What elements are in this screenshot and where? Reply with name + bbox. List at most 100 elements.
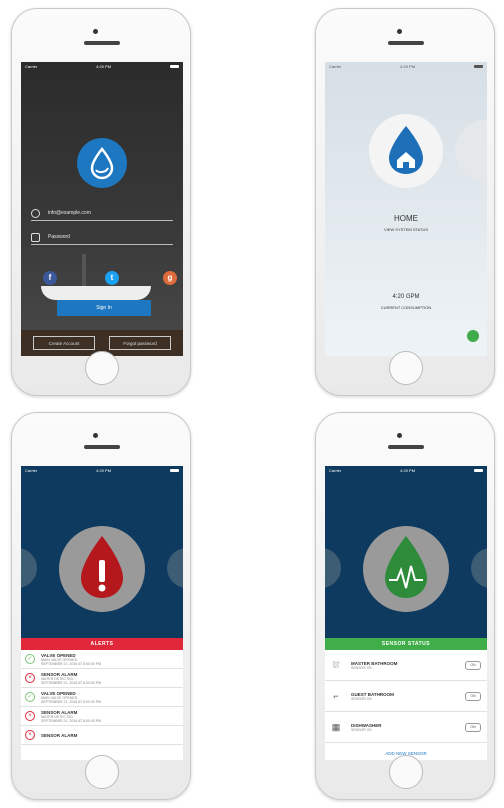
create-account-button[interactable]: Create Account	[33, 336, 95, 350]
consumption-value: 4:20 GPM	[392, 294, 420, 300]
list-item[interactable]: ⛆ MASTER BATHROOM SENSOR OK ON	[325, 650, 487, 681]
camera	[397, 29, 402, 34]
consumption-label: CURRENT CONSUMPTION	[380, 305, 432, 310]
prev-page-peek[interactable]	[325, 548, 341, 588]
twitter-icon: t	[110, 273, 114, 282]
sensor-toggle[interactable]: ON	[465, 660, 481, 670]
lock-icon	[31, 232, 40, 242]
status-time: 4:20 PM	[400, 63, 416, 69]
camera	[397, 433, 402, 438]
next-page-peek[interactable]	[167, 548, 183, 588]
sign-in-button[interactable]: Sign In	[57, 300, 151, 316]
google-button[interactable]: g	[163, 271, 177, 285]
email-field[interactable]: info@example.com	[31, 206, 173, 221]
sensor-header: SENSOR STATUS	[325, 638, 487, 650]
list-item[interactable]: ⌐ GUEST BATHROOM SENSOR OK ON	[325, 681, 487, 712]
alerts-list: ✓ VALVE OPENED MAIN VALVE OPENED SEPTEMB…	[21, 650, 183, 760]
sink-image	[41, 286, 151, 300]
sensor-toggle[interactable]: ON	[465, 691, 481, 701]
alert-date: SEPTEMBER 21, 2016 AT 8:00:00 PM	[41, 718, 101, 723]
sensor-list: ⛆ MASTER BATHROOM SENSOR OK ON ⌐ GUEST B…	[325, 650, 487, 760]
phone-home: Carrier 4:20 PM HOME VIEW SYSTEM STATUS …	[315, 8, 495, 396]
home-screen: Carrier 4:20 PM HOME VIEW SYSTEM STATUS …	[325, 62, 487, 356]
battery-icon	[473, 64, 483, 68]
speaker	[388, 445, 424, 449]
alert-date: SEPTEMBER 21, 2016 AT 8:00:00 PM	[41, 699, 101, 704]
status-bar: Carrier 4:20 PM	[21, 62, 183, 70]
phone-login: Carrier 4:20 PM info@example.com Passwor…	[11, 8, 191, 396]
login-screen: Carrier 4:20 PM info@example.com Passwor…	[21, 62, 183, 356]
status-bar: Carrier 4:20 PM	[21, 466, 183, 474]
home-drop-circle[interactable]	[369, 114, 443, 188]
alert-date: SEPTEMBER 21, 2016 AT 8:00:00 PM	[41, 661, 101, 666]
password-placeholder: Password	[48, 234, 70, 240]
close-icon: ×	[25, 673, 35, 683]
list-item[interactable]: × SENSOR ALARM WATER DETECTED SEPTEMBER …	[21, 707, 183, 726]
home-title: HOME	[394, 214, 418, 223]
status-bar: Carrier 4:20 PM	[325, 466, 487, 474]
status-time: 4:20 PM	[400, 467, 416, 473]
user-icon	[31, 208, 40, 218]
password-field[interactable]: Password	[31, 230, 173, 245]
home-subtitle: VIEW SYSTEM STATUS	[383, 227, 429, 232]
lock-status-icon[interactable]	[467, 330, 479, 342]
speaker	[84, 41, 120, 45]
status-bar: Carrier 4:20 PM	[325, 62, 487, 70]
alerts-screen: Carrier 4:20 PM ALERTS ✓ VALVE OPENED MA…	[21, 466, 183, 760]
home-button[interactable]	[389, 351, 423, 385]
faucet-image	[82, 254, 86, 288]
sensor-toggle[interactable]: ON	[465, 722, 481, 732]
phone-alerts: Carrier 4:20 PM ALERTS ✓ VALVE OPENED MA…	[11, 412, 191, 800]
alerts-header: ALERTS	[21, 638, 183, 650]
status-time: 4:20 PM	[96, 467, 112, 473]
speaker	[388, 41, 424, 45]
home-button[interactable]	[85, 755, 119, 789]
alert-drop-circle[interactable]	[59, 526, 145, 612]
camera	[93, 433, 98, 438]
sensor-drop-icon	[385, 536, 427, 598]
speaker	[84, 445, 120, 449]
google-icon: g	[167, 273, 173, 282]
home-button[interactable]	[85, 351, 119, 385]
list-item[interactable]: × SENSOR ALARM	[21, 726, 183, 745]
close-icon: ×	[25, 711, 35, 721]
phone-sensors: Carrier 4:20 PM SENSOR STATUS ⛆ MASTER B…	[315, 412, 495, 800]
drop-logo-icon	[90, 147, 114, 180]
toilet-icon: ⌐	[333, 691, 339, 701]
sensor-status: SENSOR OK	[351, 696, 372, 701]
home-button[interactable]	[389, 755, 423, 789]
check-icon: ✓	[25, 654, 35, 664]
home-drop-icon	[389, 126, 423, 174]
list-item[interactable]: ✓ VALVE OPENED MAIN VALVE OPENED SEPTEMB…	[21, 650, 183, 669]
sensor-drop-circle[interactable]	[363, 526, 449, 612]
twitter-button[interactable]: t	[105, 271, 119, 285]
facebook-button[interactable]: f	[43, 271, 57, 285]
alert-drop-icon	[81, 536, 123, 598]
alert-date: SEPTEMBER 21, 2016 AT 8:00:00 PM	[41, 680, 101, 685]
carrier: Carrier	[25, 63, 38, 69]
carrier: Carrier	[329, 467, 342, 473]
sensor-screen: Carrier 4:20 PM SENSOR STATUS ⛆ MASTER B…	[325, 466, 487, 760]
next-page-peek[interactable]	[455, 120, 487, 182]
battery-icon	[169, 468, 179, 472]
prev-page-peek[interactable]	[21, 548, 37, 588]
list-item[interactable]: ▦ DISHWASHER SENSOR OK ON	[325, 712, 487, 743]
sensor-status: SENSOR OK	[351, 665, 372, 670]
forgot-password-button[interactable]: Forgot password	[109, 336, 171, 350]
email-value: info@example.com	[48, 210, 91, 216]
close-icon: ×	[25, 730, 35, 740]
list-item[interactable]: ✓ VALVE OPENED MAIN VALVE OPENED SEPTEMB…	[21, 688, 183, 707]
battery-icon	[169, 64, 179, 68]
bathtub-icon: ⛆	[332, 660, 340, 670]
next-page-peek[interactable]	[471, 548, 487, 588]
app-logo	[77, 138, 127, 188]
status-time: 4:20 PM	[96, 63, 112, 69]
battery-icon	[473, 468, 483, 472]
list-item[interactable]: × SENSOR ALARM WATER DETECTED SEPTEMBER …	[21, 669, 183, 688]
carrier: Carrier	[25, 467, 38, 473]
facebook-icon: f	[48, 273, 52, 282]
alert-title: SENSOR ALARM	[41, 732, 78, 738]
sensor-status: SENSOR OK	[351, 727, 372, 732]
check-icon: ✓	[25, 692, 35, 702]
camera	[93, 29, 98, 34]
